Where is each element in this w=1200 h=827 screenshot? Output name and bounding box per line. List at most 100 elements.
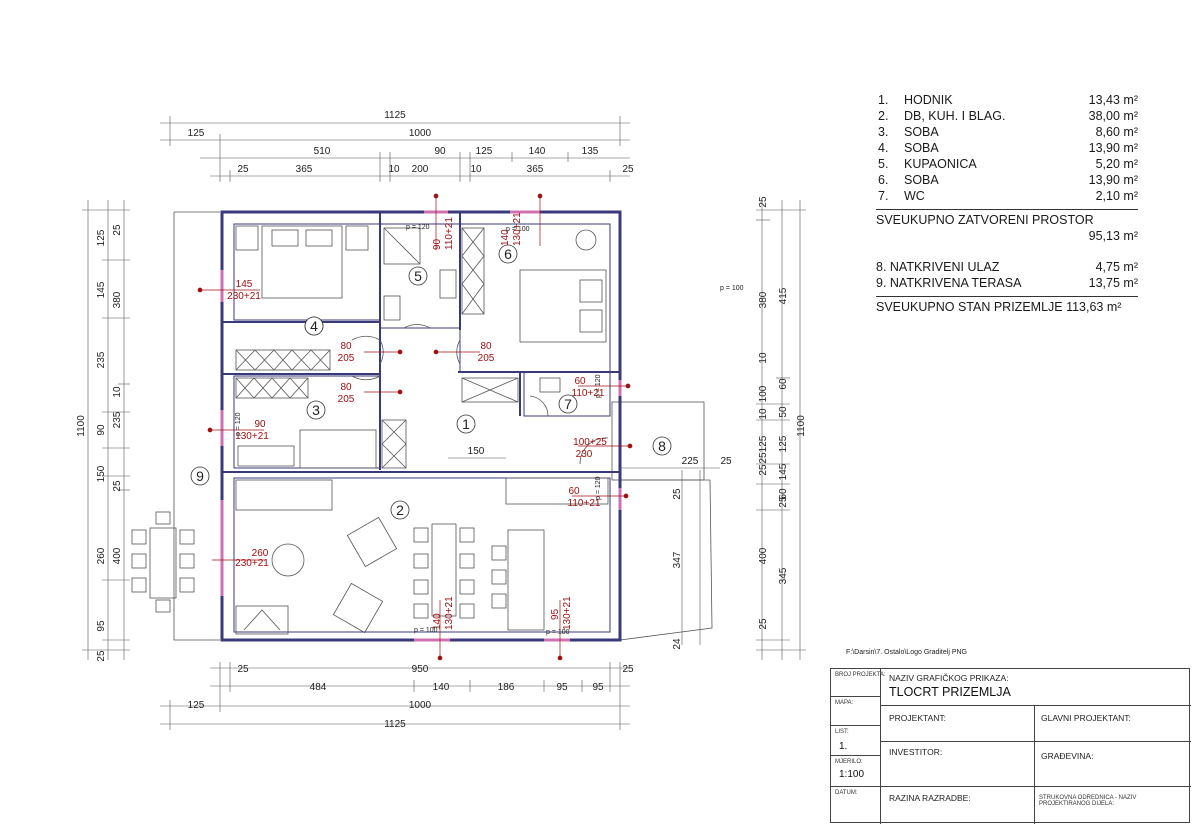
legend-name: SOBA bbox=[904, 141, 939, 155]
dim-top-a: 510 bbox=[314, 146, 331, 157]
opening-2-w: 90 bbox=[432, 238, 443, 250]
dim-bot-b: 950 bbox=[412, 664, 429, 675]
legend-area: 38,00 m² bbox=[1088, 109, 1138, 123]
legend-name: WC bbox=[904, 189, 925, 203]
opening-5-w: 80 bbox=[480, 341, 492, 352]
opening-9-w: 100+25 bbox=[573, 437, 607, 448]
opening-7-w: 60 bbox=[574, 376, 586, 387]
dim-top-f: 25 bbox=[237, 164, 249, 175]
tb-projektant-label: PROJEKTANT: bbox=[889, 713, 946, 723]
dim-top-l: 25 bbox=[622, 164, 634, 175]
dim-top-j: 10 bbox=[470, 164, 482, 175]
tb-datum-label: DATUM: bbox=[835, 790, 858, 796]
dim-left-j: 380 bbox=[112, 291, 123, 308]
legend-divider bbox=[876, 296, 1138, 297]
dim-top-inner: 1000 bbox=[409, 128, 432, 139]
dim-top-h: 10 bbox=[388, 164, 400, 175]
legend-extra-area: 13,75 m² bbox=[1088, 276, 1138, 290]
dim-bot-d: 484 bbox=[310, 682, 327, 693]
parapet-4: p = 100 bbox=[414, 627, 438, 634]
opening-8-w: 90 bbox=[254, 419, 266, 430]
dim-top-offset: 125 bbox=[188, 128, 205, 139]
legend-area: 13,43 m² bbox=[1088, 93, 1138, 107]
tb-mapa-label: MAPA: bbox=[835, 700, 854, 706]
legend-row: 4. SOBA 13,90 m² bbox=[876, 140, 1138, 156]
parapet-2: p = 100 bbox=[506, 226, 530, 233]
legend-no: 2. bbox=[878, 109, 889, 123]
dim-terrace-top: 25 bbox=[672, 488, 683, 500]
dim-left-h: 25 bbox=[96, 650, 107, 662]
opening-1-w: 145 bbox=[236, 279, 253, 290]
legend-extra-name: 8. NATKRIVENI ULAZ bbox=[876, 260, 1000, 274]
legend-no: 1. bbox=[878, 93, 889, 107]
dim-left-f: 260 bbox=[96, 547, 107, 564]
legend-name: SOBA bbox=[904, 125, 939, 139]
parapet-5: p = 100 bbox=[546, 629, 570, 636]
dim-right-a6: 25 bbox=[758, 452, 769, 464]
room-number-2: 2 bbox=[396, 502, 404, 518]
legend-total-label: SVEUKUPNO STAN PRIZEMLJE 113,63 m² bbox=[876, 300, 1122, 314]
room-number-9: 9 bbox=[196, 468, 204, 484]
legend-area: 13,90 m² bbox=[1088, 173, 1138, 187]
room-number-3: 3 bbox=[312, 402, 320, 418]
opening-5-h: 205 bbox=[478, 353, 495, 364]
tb-investitor-label: INVESTITOR: bbox=[889, 747, 943, 757]
legend-row: 3. SOBA 8,60 m² bbox=[876, 124, 1138, 140]
furniture bbox=[131, 225, 609, 635]
dim-top-k: 365 bbox=[527, 164, 544, 175]
legend-area: 13,90 m² bbox=[1088, 141, 1138, 155]
dim-right-a5: 125 bbox=[758, 435, 769, 452]
top-dimensions: 1125 125 1000 510 90 125 140 135 25 365 … bbox=[188, 110, 634, 175]
tb-naziv-label: NAZIV GRAFIČKOG PRIKAZA: bbox=[889, 673, 1009, 683]
dimension-lines bbox=[82, 116, 806, 730]
dim-terrace-depth: 347 bbox=[672, 551, 683, 568]
legend-extra-row: 8. NATKRIVENI ULAZ 4,75 m² bbox=[876, 259, 1138, 275]
tb-gradevina-label: GRAĐEVINA: bbox=[1041, 751, 1094, 761]
dim-bot-e: 140 bbox=[433, 682, 450, 693]
dim-left-c: 235 bbox=[96, 351, 107, 368]
tb-strukovna-label: STRUKOVNA ODREDNICA - NAZIV PROJEKTIRANO… bbox=[1039, 795, 1137, 807]
dim-right-a7: 125 bbox=[778, 435, 789, 452]
tb-mjerilo-value: 1:100 bbox=[839, 769, 865, 780]
corridor-dim: 150 bbox=[468, 446, 485, 457]
dim-right-b3: 50 bbox=[778, 406, 789, 418]
dim-bot-i: 125 bbox=[188, 700, 205, 711]
opening-4-h: 205 bbox=[338, 353, 355, 364]
legend-row: 6. SOBA 13,90 m² bbox=[876, 172, 1138, 188]
legend-area: 5,20 m² bbox=[1095, 157, 1138, 171]
dim-left-k: 10 bbox=[112, 386, 123, 398]
area-legend: 1. HODNIK 13,43 m² 2. DB, KUH. I BLAG. 3… bbox=[876, 92, 1138, 315]
bottom-dimensions: 25 950 25 484 140 186 95 95 125 1000 112… bbox=[188, 664, 634, 730]
opening-6-w: 80 bbox=[340, 382, 352, 393]
dim-top-b: 90 bbox=[434, 146, 446, 157]
dim-left-l: 235 bbox=[112, 411, 123, 428]
dim-right-a4: 10 bbox=[758, 408, 769, 420]
opening-1-h: 230+21 bbox=[227, 291, 261, 302]
opening-6-h: 205 bbox=[338, 394, 355, 405]
dim-right-c1: 60 bbox=[778, 378, 789, 390]
dim-right-c2: 25 bbox=[778, 496, 789, 508]
parapet-3: p = 100 bbox=[720, 285, 744, 292]
dim-right-a2: 415 bbox=[778, 287, 789, 304]
legend-area: 8,60 m² bbox=[1095, 125, 1138, 139]
tb-glavni-label: GLAVNI PROJEKTANT: bbox=[1041, 713, 1131, 723]
room-number-1: 1 bbox=[462, 416, 470, 432]
legend-name: DB, KUH. I BLAG. bbox=[904, 109, 1006, 123]
dim-bot-g: 95 bbox=[556, 682, 568, 693]
parapet-8: p = 120 bbox=[595, 476, 602, 500]
legend-name: KUPAONICA bbox=[904, 157, 977, 171]
dim-top-total: 1125 bbox=[384, 110, 406, 121]
dim-right-b2: 100 bbox=[758, 385, 769, 402]
dim-right-a9: 345 bbox=[778, 567, 789, 584]
legend-extra-area: 4,75 m² bbox=[1095, 260, 1138, 274]
dim-terrace-side: 25 bbox=[720, 456, 732, 467]
dim-left-a: 125 bbox=[96, 229, 107, 246]
room-number-8: 8 bbox=[658, 438, 666, 454]
dim-bot-total: 1125 bbox=[384, 719, 406, 730]
legend-divider bbox=[876, 209, 1138, 210]
legend-row: 2. DB, KUH. I BLAG. 38,00 m² bbox=[876, 108, 1138, 124]
dim-bot-h: 95 bbox=[592, 682, 604, 693]
tb-razina-label: RAZINA RAZRADBE: bbox=[889, 793, 971, 803]
room-number-6: 6 bbox=[504, 246, 512, 262]
legend-no: 4. bbox=[878, 141, 889, 155]
